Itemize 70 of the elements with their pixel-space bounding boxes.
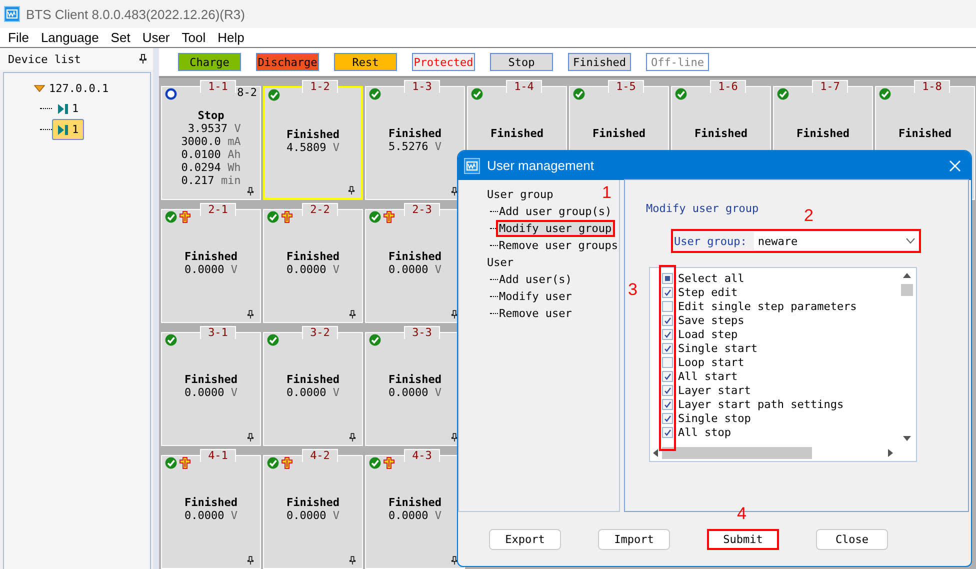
channel-reading: 0.0000 V [388, 263, 442, 276]
permission-label: Loop start [678, 356, 744, 368]
channel-reading: 5.5276 V [388, 140, 442, 153]
panel-title: Device list [8, 52, 81, 66]
field-label: User group: [674, 234, 747, 248]
channel-reading: 4.5809 V [286, 141, 340, 154]
channel-status: Stop [198, 109, 224, 122]
permission-label: Load step [678, 328, 738, 340]
channel-label: 1-3 [404, 80, 440, 93]
channel-status: Finished [388, 496, 442, 509]
channel-reading: 0.0000 V [388, 386, 442, 399]
channel-status: Finished [388, 250, 442, 263]
channel-status: Finished [184, 250, 238, 263]
step-number: 4 [737, 504, 746, 522]
window-title: BTS Client 8.0.0.483(2022.12.26)(R3) [26, 6, 245, 22]
channel-label: 1-5 [608, 80, 644, 93]
permission-label: Edit single step parameters [678, 300, 857, 312]
channel-status: Finished [286, 373, 340, 386]
channel-label: 1-6 [710, 80, 746, 93]
channel-reading: 0.0000 V [286, 263, 340, 276]
channel-label: 4-1 [200, 449, 236, 462]
channel-status: Finished [286, 496, 340, 509]
permission-label: Single start [678, 342, 758, 354]
step-number: 1 [602, 184, 612, 201]
channel-label: 3-3 [404, 326, 440, 339]
channel-reading: 0.0000 V [286, 509, 340, 522]
permission-label: All stop [678, 426, 731, 438]
channel-status: Finished [388, 373, 442, 386]
channel-reading: 3000.0 mA [181, 135, 241, 148]
channel-status: Finished [694, 127, 748, 140]
channel-reading: 0.0000 V [184, 386, 238, 399]
permission-label: Step edit [678, 286, 738, 298]
channel-label: 2-1 [200, 203, 236, 216]
channel-status: Finished [796, 127, 850, 140]
channel-status: Finished [490, 127, 544, 140]
channel-reading: 3.9537 V [188, 122, 241, 135]
channel-label: 4-3 [404, 449, 440, 462]
channel-status: Finished [592, 127, 646, 140]
channel-label: 1-2 [302, 80, 338, 93]
channel-label: 1-7 [812, 80, 848, 93]
channel-label: 1-1 [200, 80, 236, 93]
step-number: 3 [628, 281, 638, 298]
channel-label: 3-1 [200, 326, 236, 339]
channel-label: 1-8 [914, 80, 950, 93]
channel-label: 2-2 [302, 203, 338, 216]
channel-reading: 0.0000 V [184, 509, 238, 522]
channel-reading: 0.0000 V [286, 386, 340, 399]
channel-reading: 0.0100 Ah [181, 148, 241, 161]
channel-status: Finished [388, 127, 442, 140]
channel-label: 4-2 [302, 449, 338, 462]
permission-label: Select all [678, 272, 744, 284]
channel-status: Finished [184, 496, 238, 509]
channel-label: 2-3 [404, 203, 440, 216]
channel-status: Finished [184, 373, 238, 386]
channel-reading: 0.217 min [181, 174, 241, 187]
channel-label: 3-2 [302, 326, 338, 339]
channel-status: Finished [286, 250, 340, 263]
channel-step: 8-2 [237, 86, 257, 99]
permission-label: Layer start path settings [678, 398, 844, 410]
permission-label: All start [678, 370, 738, 382]
permission-label: Save steps [678, 314, 744, 326]
channel-reading: 0.0000 V [184, 263, 238, 276]
permission-label: Single stop [678, 412, 751, 424]
channel-status: Finished [286, 128, 340, 141]
channel-reading: 0.0294 Wh [181, 161, 241, 174]
step-number: 2 [804, 207, 814, 224]
channel-reading: 0.0000 V [388, 509, 442, 522]
channel-status: Finished [898, 127, 952, 140]
permission-label: Layer start [678, 384, 751, 396]
channel-label: 1-4 [506, 80, 542, 93]
